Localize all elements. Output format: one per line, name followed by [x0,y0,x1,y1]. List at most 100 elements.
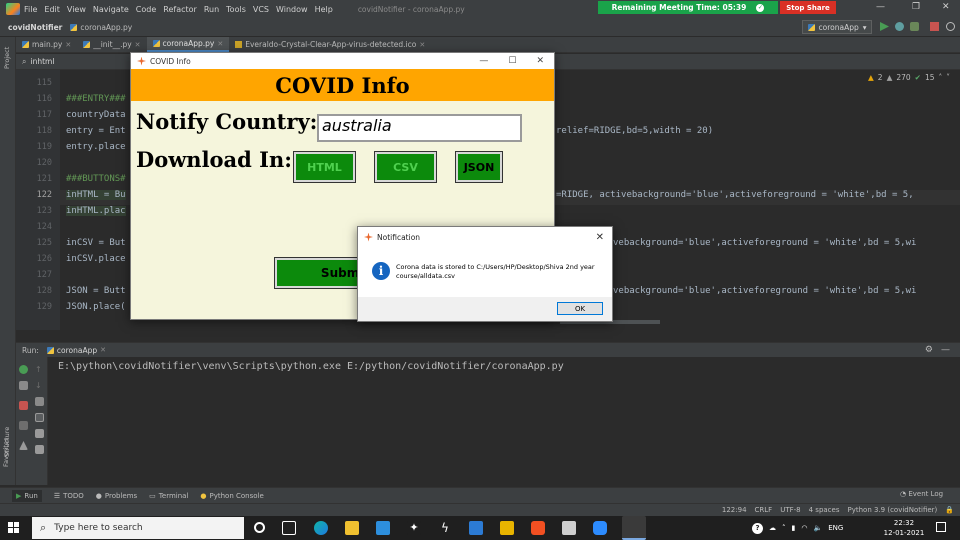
ok-button[interactable]: OK [557,302,603,315]
chevron-up-icon[interactable]: ˄ [782,524,786,532]
close-tab-icon[interactable]: ✕ [419,41,425,49]
menu-tools[interactable]: Tools [226,5,246,14]
indent-setting[interactable]: 4 spaces [809,506,840,514]
tab-python-console[interactable]: ● Python Console [200,492,263,500]
taskbar-clock[interactable]: 22:32 12-01-2021 [882,518,926,538]
chevron-up-icon[interactable]: ˄ [939,73,943,82]
dropbox-icon[interactable]: ✦ [407,521,421,535]
mail-icon[interactable] [376,521,390,535]
tab-run[interactable]: ▶ Run [12,489,42,502]
tab-todo[interactable]: ☰ TODO [54,492,84,500]
lightning-icon[interactable]: ϟ [438,521,452,535]
stop-share-button[interactable]: Stop Share [780,1,836,14]
stop-icon[interactable] [930,22,939,31]
close-icon[interactable]: ✕ [536,56,544,66]
run-tab-coronaapp[interactable]: coronaApp ✕ [46,346,106,355]
edge-icon[interactable] [314,521,328,535]
minimize-icon[interactable]: — [479,56,488,66]
zoom-icon[interactable] [593,521,607,535]
battery-icon[interactable]: ▮ [792,524,796,532]
html-button[interactable]: HTML [293,151,356,183]
soft-wrap-icon[interactable] [35,397,44,406]
vscode-icon[interactable] [469,521,483,535]
rerun-icon[interactable] [19,365,28,374]
close-tab-icon[interactable]: ✕ [65,41,71,49]
menu-file[interactable]: File [24,5,37,14]
volume-icon[interactable]: 🔈 [813,524,822,532]
run-config-select[interactable]: coronaApp ▾ [802,20,872,34]
project-tool-label[interactable]: Project [3,47,11,69]
event-log-button[interactable]: ◔ Event Log [900,490,943,498]
tab-coronaapp-py[interactable]: coronaApp.py ✕ [146,37,230,52]
close-tab-icon[interactable]: ✕ [217,40,223,48]
menu-code[interactable]: Code [136,5,156,14]
python-app-icon[interactable] [622,516,646,540]
gear-icon[interactable]: ⚙ [925,345,933,355]
tab-terminal[interactable]: ▭ Terminal [149,492,188,500]
cortana-icon[interactable] [254,522,265,533]
cursor-position[interactable]: 122:94 [722,506,747,514]
close-tab-icon[interactable]: ✕ [135,41,141,49]
wifi-icon[interactable]: ◠ [801,524,807,532]
print-icon[interactable] [35,429,44,438]
help-icon[interactable]: ? [752,522,763,534]
windows-start-icon[interactable] [8,522,20,534]
run-console[interactable]: E:\python\covidNotifier\venv\Scripts\pyt… [48,357,960,485]
menu-navigate[interactable]: Navigate [93,5,129,14]
menu-view[interactable]: View [67,5,86,14]
tab-problems[interactable]: ● Problems [96,492,137,500]
notifications-icon[interactable] [936,522,946,532]
maximize-icon[interactable]: ❐ [912,2,920,12]
file-explorer-icon[interactable] [345,521,359,535]
layout-icon[interactable] [19,421,28,430]
hide-panel-icon[interactable]: — [941,345,950,355]
menu-edit[interactable]: Edit [44,5,60,14]
brave-icon[interactable] [531,521,545,535]
csv-button[interactable]: CSV [374,151,437,183]
country-input[interactable]: australia [317,114,522,142]
chevron-down-icon[interactable]: ˅ [946,73,950,82]
line-separator[interactable]: CRLF [755,506,773,514]
arrow-up-icon[interactable]: ↑ [35,365,44,374]
close-icon[interactable]: ✕ [596,232,604,243]
coverage-icon[interactable] [910,22,919,31]
json-button[interactable]: JSON [455,151,503,183]
store-icon[interactable] [562,521,576,535]
tab-ico-file[interactable]: Everaldo-Crystal-Clear-App-virus-detecte… [229,37,431,52]
menu-window[interactable]: Window [276,5,308,14]
scroll-to-end-icon[interactable] [35,413,44,422]
favorites-tool-label[interactable]: Favorites [2,438,10,467]
inspection-widget[interactable]: ▲ 2 ▲ 270 ✔ 15 ˄ ˅ [868,73,950,82]
menu-vcs[interactable]: VCS [253,5,269,14]
run-icon: ▶ [16,491,22,500]
close-tab-icon[interactable]: ✕ [100,346,106,354]
file-encoding[interactable]: UTF-8 [780,506,800,514]
notification-titlebar[interactable]: Notification ✕ [358,227,612,247]
task-view-icon[interactable] [282,521,296,535]
close-icon[interactable]: ✕ [942,2,950,12]
taskbar-search[interactable]: ⌕ Type here to search [32,517,244,539]
pin-icon[interactable] [19,441,28,450]
breadcrumb-project[interactable]: covidNotifier [8,23,62,32]
menu-run[interactable]: Run [204,5,219,14]
arrow-down-icon[interactable]: ↓ [35,381,44,390]
maximize-icon[interactable]: ☐ [508,56,516,66]
wrench-icon[interactable] [19,381,28,390]
sticky-notes-icon[interactable] [500,521,514,535]
menu-refactor[interactable]: Refactor [163,5,197,14]
tab-main-py[interactable]: main.py ✕ [16,37,77,52]
menu-help[interactable]: Help [315,5,333,14]
minimize-icon[interactable]: — [876,2,885,12]
debug-icon[interactable] [895,22,904,31]
search-everywhere-icon[interactable] [946,22,955,31]
covid-window-titlebar[interactable]: COVID Info — ☐ ✕ [131,53,554,69]
trash-icon[interactable] [35,445,44,454]
find-input[interactable]: inhtml [30,57,54,66]
language-indicator[interactable]: ENG [828,524,843,532]
stop-icon[interactable] [19,401,28,410]
breadcrumb-file[interactable]: coronaApp.py [80,23,132,32]
tab-init-py[interactable]: __init__.py ✕ [77,37,146,52]
lock-icon[interactable]: 🔒 [945,506,954,514]
python-interpreter[interactable]: Python 3.9 (covidNotifier) [848,506,938,514]
cloud-icon[interactable]: ☁ [769,524,776,532]
